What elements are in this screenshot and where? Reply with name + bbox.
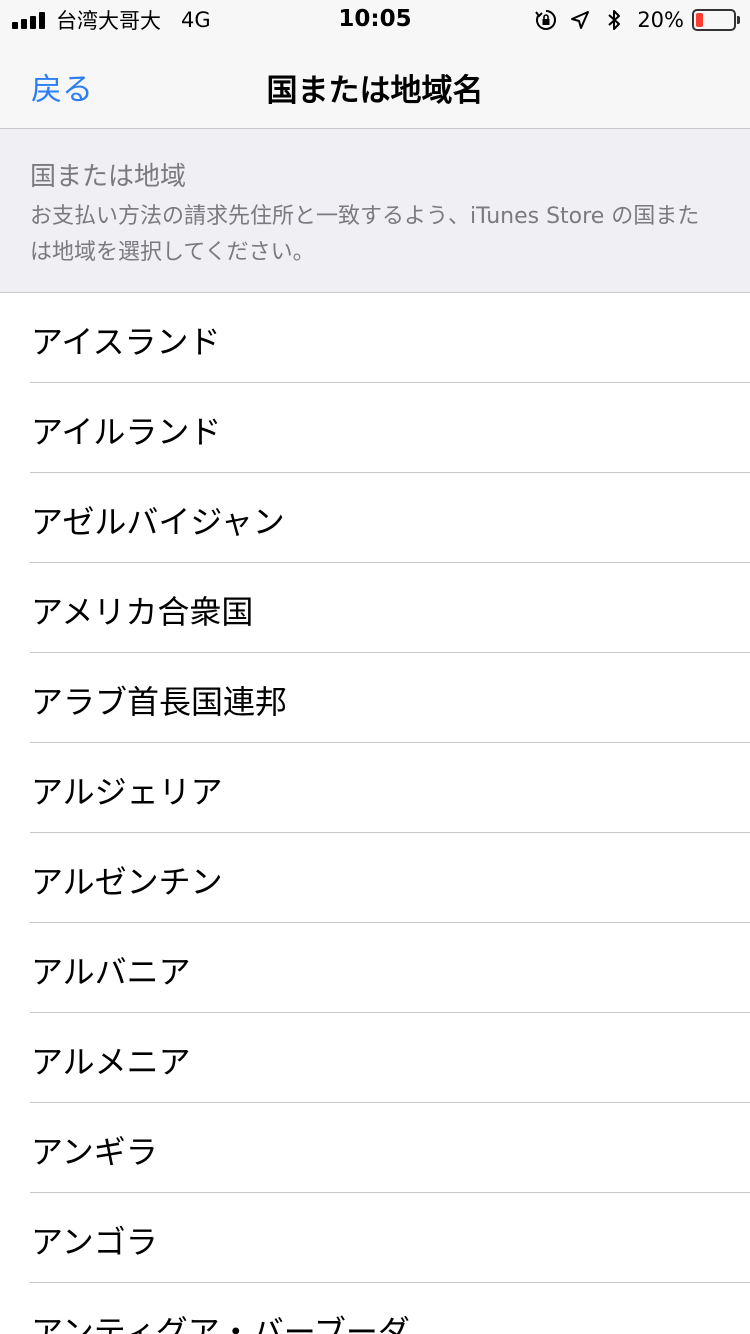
- battery-icon: [692, 9, 740, 31]
- list-item-label: アゼルバイジャン: [31, 503, 285, 541]
- section-header: 国または地域 お支払い方法の請求先住所と一致するよう、iTunes Store …: [0, 129, 750, 293]
- list-item[interactable]: アンティグア・バーブーダ: [0, 1283, 750, 1334]
- navigation-bar: 戻る 国または地域名: [0, 40, 750, 129]
- list-item[interactable]: アイスランド: [0, 293, 750, 383]
- list-item[interactable]: アルジェリア: [0, 743, 750, 833]
- list-item[interactable]: アルメニア: [0, 1013, 750, 1103]
- status-bar: 台湾大哥大 4G 10:05 20%: [0, 0, 750, 40]
- list-item[interactable]: アルゼンチン: [0, 833, 750, 923]
- section-description: お支払い方法の請求先住所と一致するよう、iTunes Store の国または地域…: [30, 204, 700, 265]
- location-arrow-icon: [569, 9, 591, 31]
- list-item[interactable]: アルバニア: [0, 923, 750, 1013]
- section-title: 国または地域: [30, 162, 187, 192]
- list-item-label: アイルランド: [31, 413, 222, 451]
- status-right: 20%: [535, 6, 740, 34]
- list-item-label: アンゴラ: [31, 1223, 158, 1261]
- list-item[interactable]: アラブ首長国連邦: [0, 653, 750, 743]
- list-item-label: アルジェリア: [31, 773, 223, 811]
- list-item-label: アラブ首長国連邦: [31, 683, 288, 721]
- orientation-lock-icon: [535, 9, 557, 31]
- list-item-label: アルメニア: [31, 1043, 191, 1081]
- battery-percentage: 20%: [637, 8, 684, 32]
- list-item[interactable]: アゼルバイジャン: [0, 473, 750, 563]
- list-item-label: アルバニア: [31, 953, 191, 991]
- screen: 台湾大哥大 4G 10:05 20% 戻る 国または地域名 国または地域 お支払…: [0, 0, 750, 1334]
- country-list: アイスランド アイルランド アゼルバイジャン アメリカ合衆国 アラブ首長国連邦 …: [0, 293, 750, 1334]
- list-item[interactable]: アンギラ: [0, 1103, 750, 1193]
- list-item-label: アイスランド: [31, 323, 221, 361]
- list-item-label: アルゼンチン: [31, 863, 223, 901]
- list-item-label: アメリカ合衆国: [31, 593, 254, 631]
- bluetooth-icon: [603, 9, 625, 31]
- list-item[interactable]: アンゴラ: [0, 1193, 750, 1283]
- page-title: 国または地域名: [266, 73, 484, 109]
- battery-level-fill: [696, 13, 704, 27]
- list-item[interactable]: アメリカ合衆国: [0, 563, 750, 653]
- list-item-label: アンギラ: [31, 1133, 158, 1171]
- list-item[interactable]: アイルランド: [0, 383, 750, 473]
- list-item-label: アンティグア・バーブーダ: [31, 1313, 410, 1334]
